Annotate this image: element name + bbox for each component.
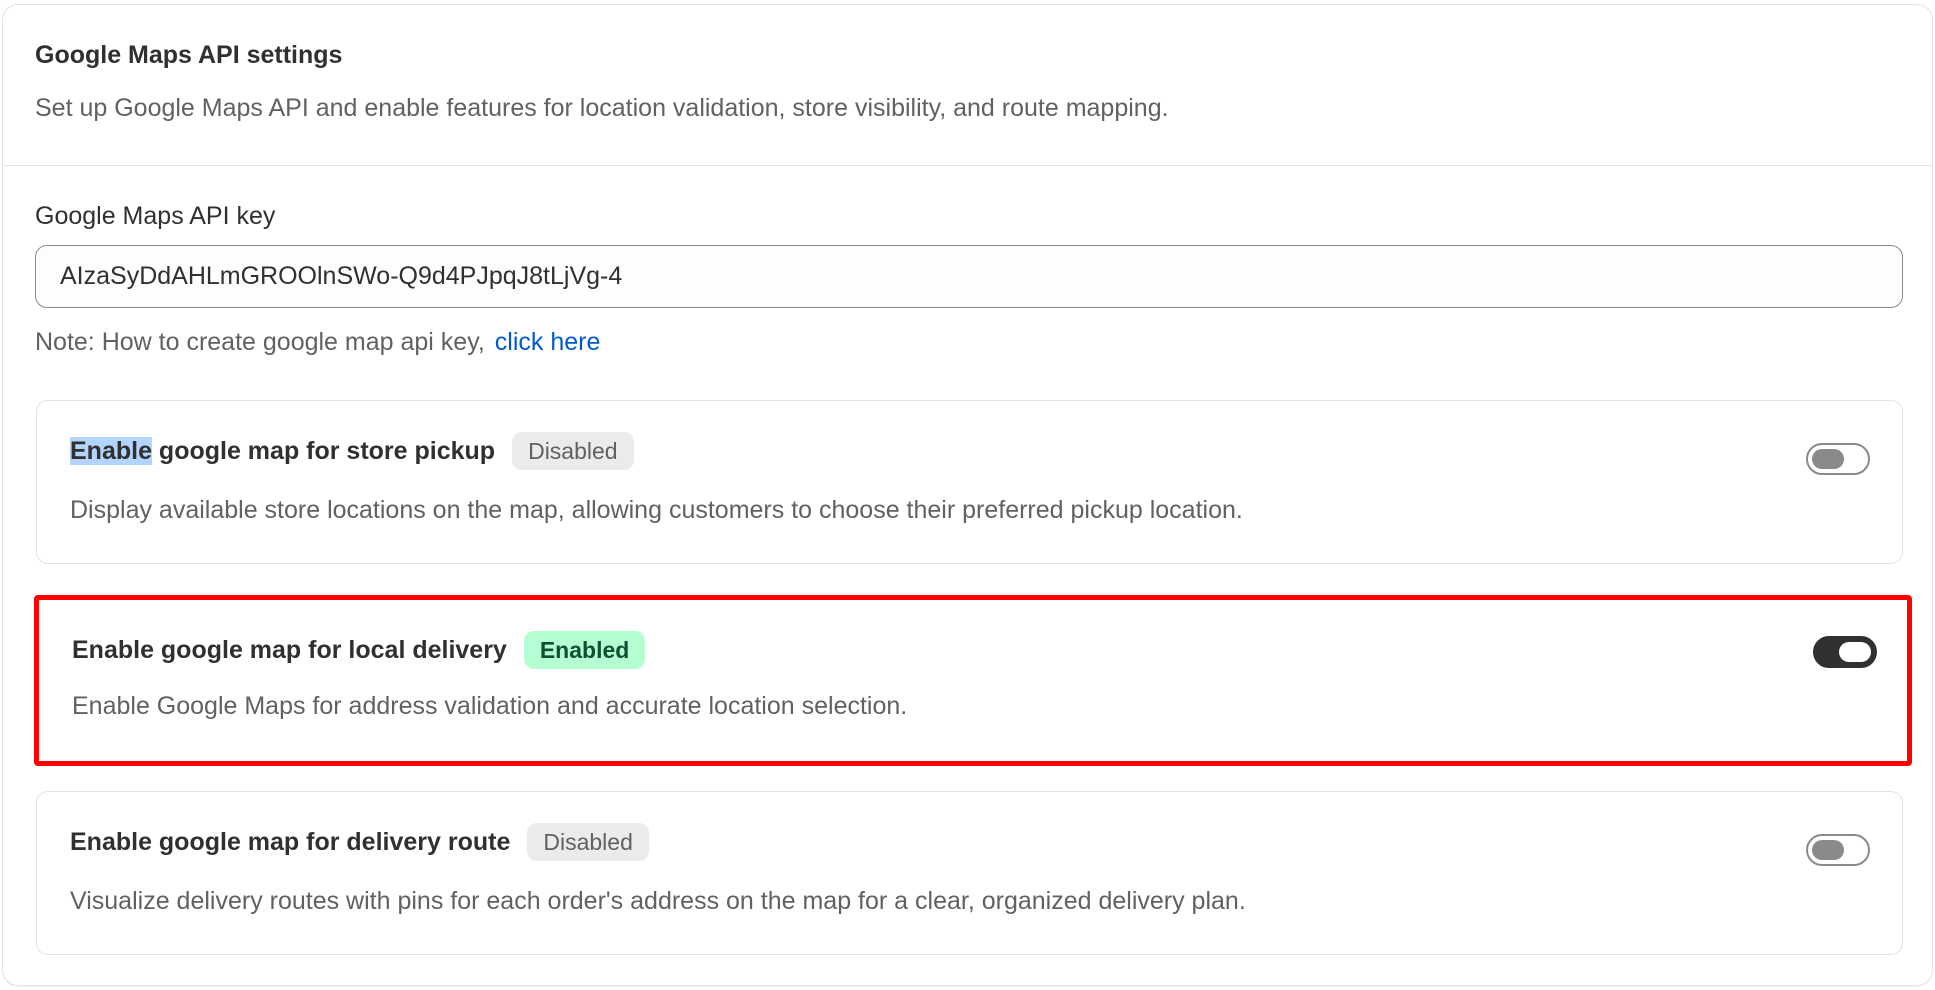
- api-key-input[interactable]: [60, 262, 1902, 291]
- api-key-note: Note: How to create google map api key, c…: [35, 328, 1900, 357]
- google-maps-settings-card: Google Maps API settings Set up Google M…: [2, 4, 1933, 986]
- click-here-link[interactable]: click here: [495, 328, 601, 356]
- api-key-label: Google Maps API key: [35, 202, 276, 230]
- toggle-knob: [1812, 840, 1844, 860]
- feature-store-pickup-description: Display available store locations on the…: [70, 496, 1243, 524]
- selected-text: Enable: [70, 436, 152, 465]
- status-badge: Disabled: [527, 823, 649, 861]
- feature-local-delivery-title: Enable google map for local delivery: [72, 635, 507, 664]
- toggle-knob: [1839, 642, 1871, 662]
- card-header: Google Maps API settings Set up Google M…: [3, 5, 1932, 166]
- feature-delivery-route-title: Enable google map for delivery route: [70, 827, 511, 856]
- delivery-route-toggle[interactable]: [1806, 834, 1870, 866]
- feature-local-delivery: Enable google map for local delivery Ena…: [34, 595, 1912, 766]
- card-subtitle: Set up Google Maps API and enable featur…: [35, 94, 1169, 122]
- api-key-section: Google Maps API key Note: How to create …: [3, 166, 1932, 357]
- status-badge: Disabled: [512, 432, 634, 470]
- feature-store-pickup-title: Enable google map for store pickup: [70, 436, 496, 466]
- toggle-knob: [1812, 449, 1844, 469]
- note-text: Note: How to create google map api key,: [35, 328, 485, 356]
- feature-local-delivery-description: Enable Google Maps for address validatio…: [72, 692, 908, 720]
- store-pickup-toggle[interactable]: [1806, 443, 1870, 475]
- card-title: Google Maps API settings: [35, 41, 343, 69]
- feature-delivery-route: Enable google map for delivery route Dis…: [36, 791, 1903, 955]
- feature-store-pickup: Enable google map for store pickup Disab…: [36, 400, 1903, 564]
- feature-title-rest: google map for store pickup: [151, 436, 496, 465]
- status-badge: Enabled: [523, 631, 646, 669]
- feature-delivery-route-description: Visualize delivery routes with pins for …: [70, 887, 1246, 915]
- api-key-field[interactable]: [35, 245, 1903, 308]
- local-delivery-toggle[interactable]: [1813, 636, 1877, 668]
